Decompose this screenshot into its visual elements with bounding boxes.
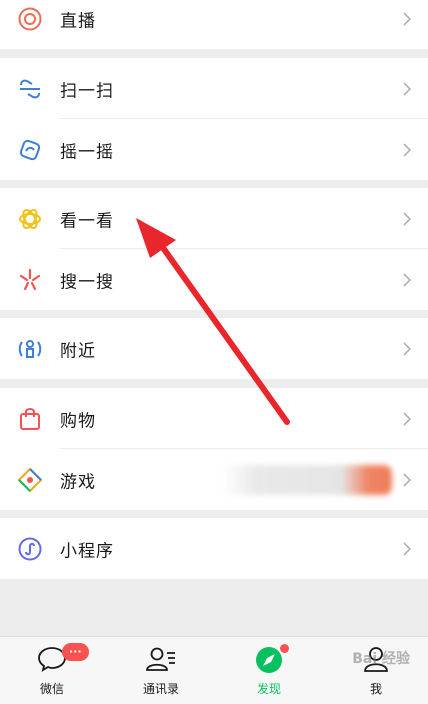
menu-item-label: 附近: [60, 341, 96, 361]
mini-program-icon: [18, 537, 42, 560]
menu-item-games[interactable]: 游戏: [0, 449, 428, 510]
contacts-icon: [146, 647, 175, 671]
chevron-right-icon: [403, 211, 412, 226]
chevron-right-icon: [403, 472, 412, 487]
tab-label: 微信: [39, 682, 64, 696]
games-icon: [17, 467, 43, 492]
tab-label: 发现: [256, 682, 281, 696]
chevron-right-icon: [403, 341, 412, 356]
scan-icon: [20, 79, 40, 98]
chevron-right-icon: [403, 81, 412, 96]
menu-item-label: 小程序: [60, 541, 114, 561]
menu-item-label: 购物: [60, 411, 96, 431]
tab-label: 通讯录: [142, 682, 179, 696]
chevron-right-icon: [403, 11, 412, 26]
chevron-right-icon: [403, 541, 412, 556]
shopping-bag-icon: [20, 407, 40, 430]
menu-item-live[interactable]: 直播: [0, 0, 428, 49]
unread-badge: ···: [62, 643, 89, 661]
blurred-promo: [222, 464, 392, 495]
group-scan-shake: 扫一扫 摇一摇: [0, 58, 428, 180]
tab-label: 我: [369, 682, 382, 696]
group-mini-programs: 小程序: [0, 518, 428, 579]
menu-item-scan[interactable]: 扫一扫: [0, 58, 428, 119]
tab-discover[interactable]: 发现: [239, 637, 299, 704]
menu-item-label: 摇一摇: [60, 142, 114, 162]
menu-item-search[interactable]: 搜一搜: [0, 249, 428, 310]
group-live: 直播: [0, 0, 428, 49]
menu-item-top-stories[interactable]: 看一看: [0, 188, 428, 249]
watermark: Bai 经验: [352, 651, 410, 667]
new-dot-badge: [280, 644, 289, 653]
menu-item-label: 游戏: [60, 472, 96, 492]
bottom-tab-bar: ··· 微信 通讯录 发现 我: [0, 636, 428, 704]
menu-item-label: 直播: [60, 11, 96, 31]
menu-item-nearby[interactable]: 附近: [0, 318, 428, 379]
chevron-right-icon: [403, 411, 412, 426]
menu-item-label: 看一看: [60, 211, 114, 231]
search-icon: [19, 268, 41, 290]
menu-item-shake[interactable]: 摇一摇: [0, 119, 428, 180]
shake-icon: [19, 139, 41, 160]
group-top-stories-search: 看一看 搜一搜: [0, 188, 428, 310]
menu-item-shopping[interactable]: 购物: [0, 388, 428, 449]
chevron-right-icon: [403, 272, 412, 287]
nearby-icon: [18, 339, 42, 358]
group-shopping-games: 购物 游戏: [0, 388, 428, 510]
menu-item-mini-programs[interactable]: 小程序: [0, 518, 428, 579]
menu-item-label: 搜一搜: [60, 272, 114, 292]
chevron-right-icon: [403, 142, 412, 157]
live-icon: [18, 7, 42, 30]
top-stories-icon: [19, 208, 41, 229]
tab-contacts[interactable]: 通讯录: [131, 637, 191, 704]
tab-chats[interactable]: ··· 微信: [22, 637, 89, 704]
group-nearby: 附近: [0, 318, 428, 379]
menu-item-label: 扫一扫: [60, 81, 114, 101]
